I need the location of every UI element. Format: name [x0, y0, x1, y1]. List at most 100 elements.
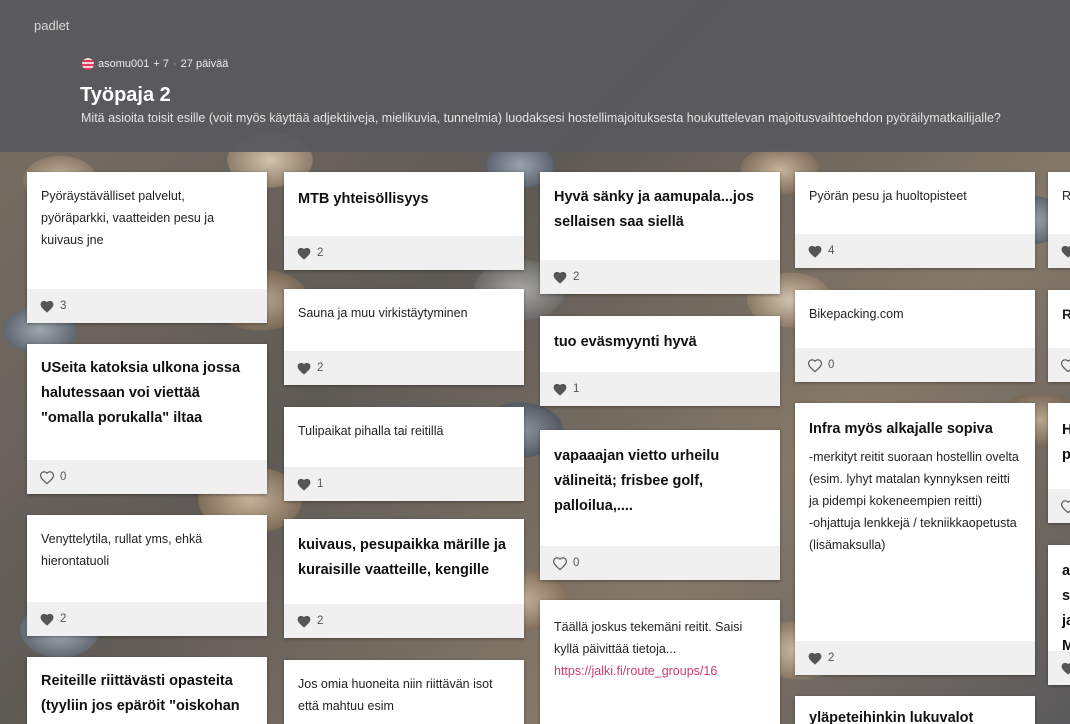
post-card[interactable]: Pyörän pesu ja huoltopisteet 4 — [795, 172, 1035, 268]
post-text-2: -ohjattuja lenkkejä / tekniikkaopetusta … — [809, 516, 1017, 552]
post-text: -merkityt reitit suoraan hostellin ovelt… — [809, 450, 1019, 508]
heart-outline-icon[interactable] — [1061, 359, 1070, 372]
heart-outline-icon[interactable] — [1061, 500, 1070, 513]
post-card[interactable]: Jos omia huoneita niin riittävän isot et… — [284, 660, 524, 724]
post-card[interactable]: Hyvä sänky ja aamupala...jos sellaisen s… — [540, 172, 780, 294]
post-footer: 1 — [284, 467, 524, 501]
post-text: kuivaus, pesupaikka märille ja kuraisill… — [298, 537, 506, 578]
author-name[interactable]: asomu001 — [98, 58, 149, 70]
post-footer: 2 — [284, 351, 524, 385]
heart-filled-icon[interactable] — [808, 245, 822, 258]
post-footer: 4 — [795, 234, 1035, 268]
like-count: 2 — [317, 247, 324, 259]
page-subtitle: Mitä asioita toisit esille (voit myös kä… — [81, 111, 1001, 125]
like-count: 2 — [828, 652, 835, 664]
like-count: 2 — [573, 271, 580, 283]
post-footer: 2 — [27, 602, 267, 636]
post-text: Tulipaikat pihalla tai reitillä — [298, 424, 444, 438]
post-card[interactable]: Bikepacking.com 0 — [795, 290, 1035, 382]
post-footer: 3 — [27, 289, 267, 323]
avatar[interactable] — [82, 58, 94, 70]
post-text: H p — [1062, 422, 1070, 463]
post-text: Pyörän pesu ja huoltopisteet — [809, 189, 967, 203]
post-text: tuo eväsmyynti hyvä — [554, 334, 697, 350]
post-card[interactable]: H p — [1048, 403, 1070, 523]
like-count: 1 — [573, 383, 580, 395]
post-text: USeita katoksia ulkona jossa halutessaan… — [41, 360, 241, 426]
post-text: Pyöräystävälliset palvelut, pyöräparkki,… — [41, 189, 215, 247]
post-text: R — [1062, 306, 1070, 322]
heart-filled-icon[interactable] — [40, 613, 54, 626]
post-card[interactable]: Venyttelytila, rullat yms, ehkä hieronta… — [27, 515, 267, 636]
post-card[interactable]: MTB yhteisöllisyys 2 — [284, 172, 524, 270]
post-footer: 2 — [284, 236, 524, 270]
post-text: Hyvä sänky ja aamupala...jos sellaisen s… — [554, 189, 754, 230]
heart-filled-icon[interactable] — [297, 247, 311, 260]
post-text: Täällä joskus tekemäni reitit. Saisi kyl… — [540, 600, 780, 694]
like-count: 0 — [828, 359, 835, 371]
post-card[interactable]: yläpeteihinkin lukuvalot — [795, 696, 1035, 724]
post-card[interactable]: R — [1048, 290, 1070, 382]
heart-filled-icon[interactable] — [297, 615, 311, 628]
heart-filled-icon[interactable] — [1061, 245, 1070, 258]
post-text: yläpeteihinkin lukuvalot — [809, 710, 974, 724]
post-card[interactable]: kuivaus, pesupaikka märille ja kuraisill… — [284, 519, 524, 638]
post-card[interactable]: vapaaajan vietto urheilu välineitä; fris… — [540, 430, 780, 580]
padlet-logo[interactable]: padlet — [34, 18, 69, 33]
like-count: 2 — [317, 615, 324, 627]
post-card[interactable]: tuo eväsmyynti hyvä 1 — [540, 316, 780, 406]
heart-filled-icon[interactable] — [1061, 662, 1070, 675]
heart-outline-icon[interactable] — [808, 359, 822, 372]
page-title: Työpaja 2 — [80, 84, 171, 106]
like-count: 2 — [317, 362, 324, 374]
post-text: R — [1062, 189, 1070, 203]
post-card[interactable]: USeita katoksia ulkona jossa halutessaan… — [27, 344, 267, 494]
post-footer: 2 — [284, 604, 524, 638]
like-count: 2 — [60, 613, 67, 625]
like-count: 4 — [828, 245, 835, 257]
like-count: 0 — [60, 471, 67, 483]
post-footer: 2 — [540, 260, 780, 294]
post-text: MTB yhteisöllisyys — [298, 191, 429, 207]
heart-filled-icon[interactable] — [553, 383, 567, 396]
post-card[interactable]: R — [1048, 172, 1070, 268]
post-link[interactable]: https://jalki.fi/route_groups/16 — [554, 664, 717, 678]
post-footer — [1048, 651, 1070, 685]
post-card[interactable]: Infra myös alkajalle sopiva -merkityt re… — [795, 403, 1035, 675]
like-count: 1 — [317, 478, 324, 490]
post-text: Jos omia huoneita niin riittävän isot et… — [298, 677, 493, 713]
post-footer: 2 — [795, 641, 1035, 675]
post-text: vapaaajan vietto urheilu välineitä; fris… — [554, 448, 720, 514]
post-card[interactable]: Tulipaikat pihalla tai reitillä 1 — [284, 407, 524, 501]
post-body: Infra myös alkajalle sopiva -merkityt re… — [795, 403, 1035, 568]
heart-filled-icon[interactable] — [40, 300, 54, 313]
post-footer — [1048, 489, 1070, 523]
board-meta: asomu001 + 7 · 27 päivää — [82, 58, 228, 70]
board-header: padlet asomu001 + 7 · 27 päivää Työpaja … — [0, 0, 1070, 152]
post-card[interactable]: Pyöräystävälliset palvelut, pyöräparkki,… — [27, 172, 267, 323]
post-card[interactable]: Reiteille riittävästi opasteita (tyyliin… — [27, 657, 267, 724]
heart-filled-icon[interactable] — [297, 478, 311, 491]
post-footer — [1048, 348, 1070, 382]
post-card[interactable]: Sauna ja muu virkistäytyminen 2 — [284, 289, 524, 385]
contributors-count[interactable]: + 7 — [153, 58, 169, 70]
board-age: 27 päivää — [180, 58, 229, 70]
post-card[interactable]: a s ja M — [1048, 545, 1070, 685]
heart-filled-icon[interactable] — [553, 271, 567, 284]
post-footer: 0 — [540, 546, 780, 580]
heart-filled-icon[interactable] — [808, 652, 822, 665]
post-text: Sauna ja muu virkistäytyminen — [298, 306, 468, 320]
post-footer — [1048, 234, 1070, 268]
post-text: Venyttelytila, rullat yms, ehkä hieronta… — [41, 532, 203, 568]
post-text-content: Täällä joskus tekemäni reitit. Saisi kyl… — [554, 620, 743, 656]
heart-outline-icon[interactable] — [40, 471, 54, 484]
heart-filled-icon[interactable] — [297, 362, 311, 375]
post-card[interactable]: Täällä joskus tekemäni reitit. Saisi kyl… — [540, 600, 780, 724]
post-text: Bikepacking.com — [809, 307, 904, 321]
post-title: Infra myös alkajalle sopiva — [809, 421, 993, 437]
heart-outline-icon[interactable] — [553, 557, 567, 570]
post-footer: 0 — [795, 348, 1035, 382]
meta-separator: · — [172, 58, 177, 70]
post-text: Reiteille riittävästi opasteita (tyyliin… — [41, 673, 240, 724]
post-footer: 0 — [27, 460, 267, 494]
